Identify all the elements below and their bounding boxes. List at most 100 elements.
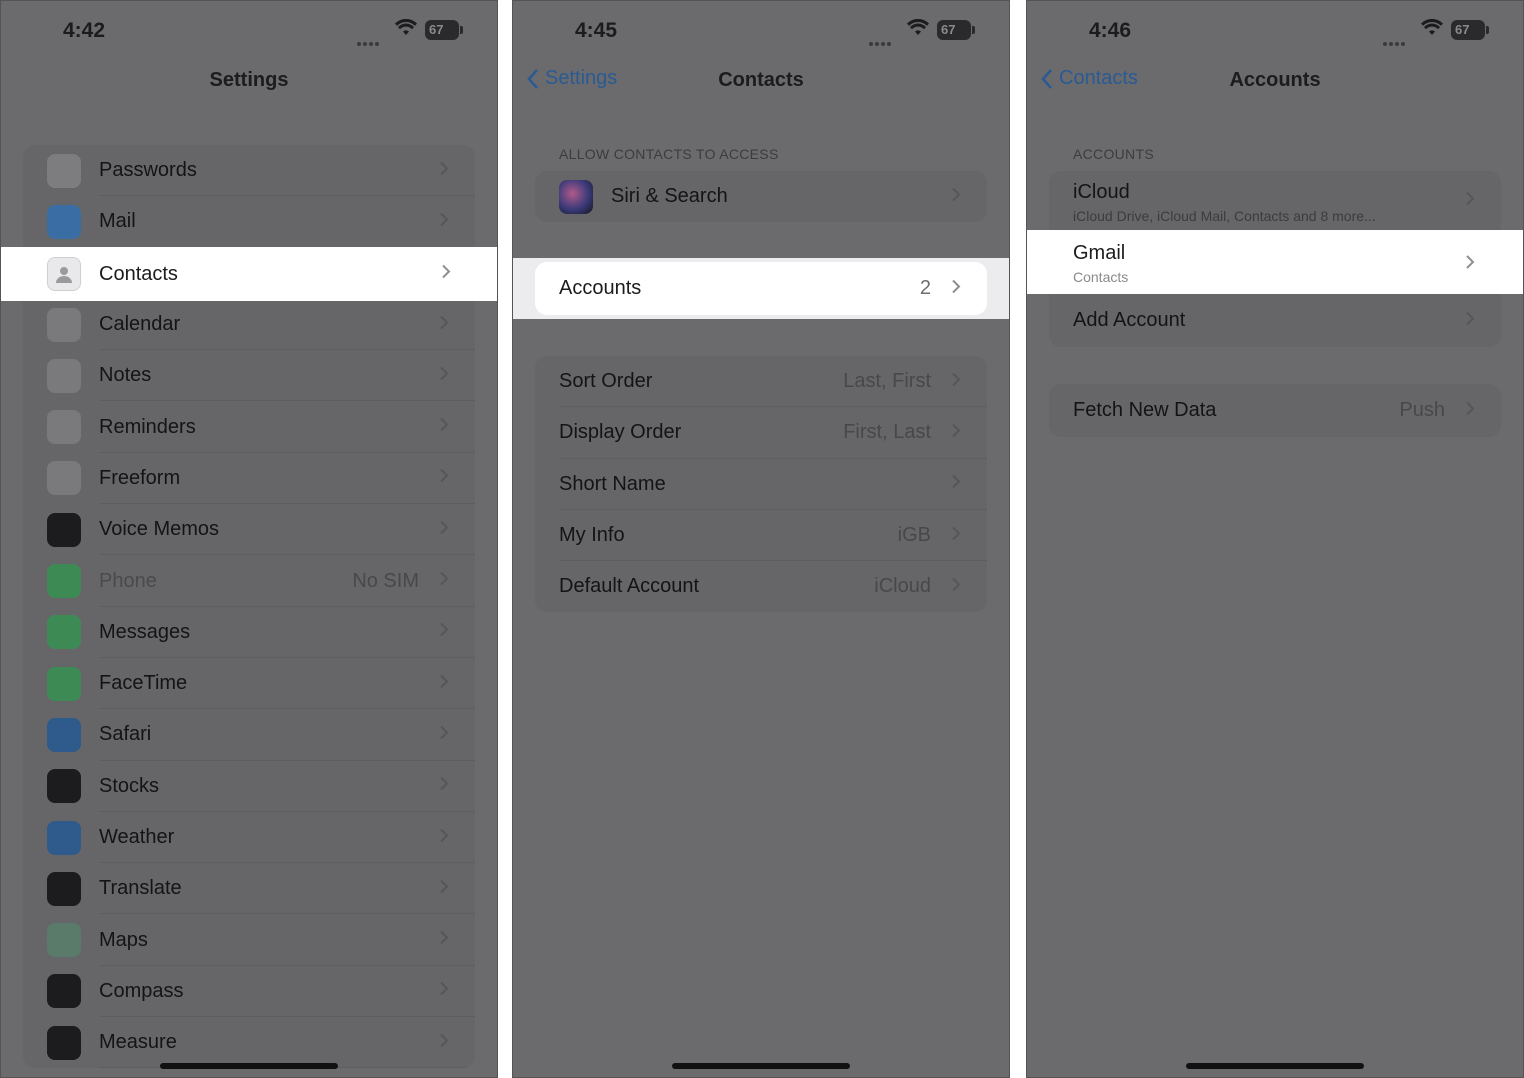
chevron-right-icon	[951, 474, 961, 495]
chevron-right-icon	[951, 371, 961, 392]
settings-row-label: Measure	[99, 1031, 177, 1054]
freeform-icon	[47, 461, 81, 496]
settings-row-label: FaceTime	[99, 672, 188, 695]
settings-row-weather[interactable]: Weather	[23, 812, 475, 864]
gmail-row[interactable]: Gmail Contacts	[1027, 230, 1523, 294]
settings-row-label: Messages	[99, 620, 191, 643]
chevron-right-icon	[439, 314, 449, 335]
page-title: Settings	[209, 69, 289, 91]
icloud-row[interactable]: iCloud iCloud Drive, iCloud Mail, Contac…	[1049, 171, 1501, 230]
chevron-right-icon	[439, 930, 449, 951]
contacts-screen: 4:45 67 Settings Contacts ALLOW CONTACTS…	[512, 0, 1010, 1078]
contacts-option-default-account[interactable]: Default Account iCloud	[535, 561, 987, 612]
option-value: Last, First	[843, 370, 931, 393]
settings-row-label: Stocks	[99, 774, 160, 797]
chevron-right-icon	[439, 878, 449, 899]
fetch-value: Push	[1399, 399, 1445, 421]
chevron-right-icon	[439, 468, 449, 489]
option-label: Display Order	[559, 421, 682, 444]
settings-row-label: Weather	[99, 826, 175, 848]
settings-row-voice-memos[interactable]: Voice Memos	[23, 504, 475, 556]
settings-row-label: Calendar	[99, 313, 181, 336]
settings-row-label: Passwords	[99, 159, 197, 182]
accounts-highlight: Accounts 2	[513, 258, 1009, 319]
settings-row-freeform[interactable]: Freeform	[23, 453, 475, 505]
icloud-sub: iCloud Drive, iCloud Mail, Contacts and …	[1073, 208, 1376, 224]
chevron-right-icon	[951, 576, 961, 597]
accounts-count: 2	[919, 277, 931, 299]
reminders-icon	[47, 410, 81, 445]
chevron-right-icon	[951, 422, 961, 443]
settings-row-facetime[interactable]: FaceTime	[23, 658, 475, 710]
wifi-icon	[395, 18, 417, 42]
page-title: Contacts	[718, 69, 804, 91]
chevron-right-icon	[1465, 310, 1475, 331]
signal-icon	[1383, 33, 1411, 46]
wifi-icon	[907, 18, 929, 42]
gmail-sub: Contacts	[1073, 269, 1129, 285]
settings-row-reminders[interactable]: Reminders	[23, 401, 475, 453]
icloud-label: iCloud	[1073, 181, 1130, 203]
contacts-option-sort-order[interactable]: Sort Order Last, First	[535, 356, 987, 408]
chevron-right-icon	[439, 776, 449, 797]
settings-row-value: No SIM	[352, 569, 419, 592]
chevron-right-icon	[441, 264, 451, 285]
chevron-right-icon	[439, 827, 449, 848]
facetime-icon	[47, 666, 81, 701]
settings-row-translate[interactable]: Translate	[23, 863, 475, 915]
settings-row-mail[interactable]: Mail	[23, 196, 475, 248]
fetch-new-data-row[interactable]: Fetch New Data Push	[1049, 384, 1501, 437]
settings-row-label: Mail	[99, 210, 136, 233]
fetch-label: Fetch New Data	[1073, 399, 1217, 421]
chevron-right-icon	[951, 186, 961, 207]
settings-screen: 4:42 67 Settings Passwords Mail Contacts Ca…	[0, 0, 498, 1078]
status-time: 4:45	[575, 19, 618, 42]
chevron-right-icon	[439, 571, 449, 592]
chevron-right-icon	[1465, 400, 1475, 421]
chevron-right-icon	[439, 1032, 449, 1053]
settings-row-phone[interactable]: Phone No SIM	[23, 555, 475, 607]
chevron-right-icon	[1465, 254, 1475, 275]
chevron-right-icon	[439, 519, 449, 540]
page-title: Accounts	[1229, 69, 1321, 91]
contacts-option-short-name[interactable]: Short Name	[535, 459, 987, 510]
settings-row-label: Translate	[99, 877, 182, 900]
siri-search-row[interactable]: Siri & Search	[535, 171, 987, 222]
add-account-label: Add Account	[1073, 309, 1186, 331]
contacts-option-my-info[interactable]: My Info iGB	[535, 510, 987, 562]
accounts-row[interactable]: Accounts 2	[535, 262, 987, 315]
gmail-label: Gmail	[1073, 242, 1126, 264]
siri-group: Siri & Search	[535, 171, 987, 223]
option-label: My Info	[559, 524, 625, 547]
calendar-icon	[47, 307, 81, 342]
settings-row-stocks[interactable]: Stocks	[23, 761, 475, 812]
messages-icon	[47, 615, 81, 650]
option-label: Sort Order	[559, 370, 653, 393]
settings-row-messages[interactable]: Messages	[23, 607, 475, 658]
settings-row-label: Notes	[99, 364, 152, 387]
translate-icon	[47, 871, 81, 906]
settings-row-passwords[interactable]: Passwords	[23, 145, 475, 197]
option-value: iGB	[897, 524, 931, 547]
contacts-row-highlight[interactable]: Contacts	[1, 247, 497, 301]
settings-row-notes[interactable]: Notes	[23, 350, 475, 402]
chevron-right-icon	[951, 525, 961, 546]
battery-icon: 67	[937, 20, 975, 40]
chevron-right-icon	[439, 981, 449, 1002]
settings-row-safari[interactable]: Safari	[23, 709, 475, 761]
settings-row-maps[interactable]: Maps	[23, 914, 475, 966]
option-label: Default Account	[559, 575, 700, 598]
status-bar: 4:45 67	[513, 1, 1009, 61]
compass-icon	[47, 974, 81, 1009]
settings-row-compass[interactable]: Compass	[23, 966, 475, 1018]
status-bar: 4:46 67	[1027, 1, 1523, 61]
add-account-row[interactable]: Add Account	[1049, 294, 1501, 347]
chevron-right-icon	[439, 724, 449, 745]
settings-row-calendar[interactable]: Calendar	[23, 299, 475, 351]
measure-icon	[47, 1025, 81, 1060]
option-value: iCloud	[874, 575, 931, 598]
chevron-right-icon	[1465, 190, 1475, 211]
settings-row-measure[interactable]: Measure	[23, 1017, 475, 1069]
signal-icon	[869, 33, 897, 46]
contacts-option-display-order[interactable]: Display Order First, Last	[535, 407, 987, 459]
